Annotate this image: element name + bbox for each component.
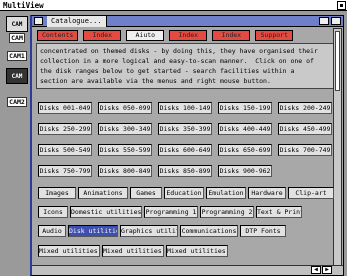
disk-range-button[interactable]: Disks 300-349 [98, 123, 152, 135]
disk-range-button[interactable]: Disks 001-049 [38, 102, 92, 114]
category-button[interactable]: Hardware [248, 187, 286, 199]
arrow-left-icon[interactable]: ◀ [311, 266, 321, 274]
zoom-icon[interactable] [319, 17, 329, 25]
disk-range-button[interactable]: Disks 100-149 [158, 102, 212, 114]
category-button[interactable]: Mixed utilities 2 [102, 245, 164, 257]
category-button[interactable]: Programming 1 [144, 206, 198, 218]
category-button[interactable]: Emulation [206, 187, 246, 199]
tab-contents[interactable]: Contents [37, 30, 79, 41]
tab-bar: Contents Index Aiuto Index Index Support [37, 30, 294, 41]
desktop-icon-cam1[interactable]: CAM1 [5, 50, 29, 61]
category-button[interactable]: Icons [38, 206, 68, 218]
desktop-icon-label: CAM2 [7, 97, 27, 107]
disk-range-button[interactable]: Disks 900-962 [218, 165, 272, 177]
tab-index-3[interactable]: Index [212, 30, 251, 41]
desktop-icon-label: CAM1 [7, 51, 27, 61]
disk-range-button[interactable]: Disks 400-449 [218, 123, 272, 135]
catalogue-window: Catalogue... Contents Index Aiuto Index … [30, 15, 344, 276]
category-button[interactable]: Education [164, 187, 204, 199]
category-button[interactable]: Images [38, 187, 76, 199]
disk-range-button[interactable]: Disks 350-399 [158, 123, 212, 135]
depth-icon[interactable] [331, 17, 341, 25]
disk-range-button[interactable]: Disks 150-199 [218, 102, 272, 114]
window-title-bar[interactable]: Catalogue... [32, 16, 343, 27]
category-button[interactable]: DTP Fonts [240, 225, 286, 237]
category-button[interactable]: Mixed utilities 3 [166, 245, 228, 257]
category-button[interactable]: Programming 2 [200, 206, 254, 218]
disk-range-button[interactable]: Disks 700-749 [278, 144, 332, 156]
category-button[interactable]: Audio [38, 225, 66, 237]
tab-support[interactable]: Support [255, 30, 294, 41]
disk-range-button[interactable]: Disks 600-649 [158, 144, 212, 156]
screen-title-bar: MultiView [0, 0, 347, 11]
disk-range-button[interactable]: Disks 750-799 [38, 165, 92, 177]
drawer-icon: CAM [6, 16, 28, 32]
disk-range-button[interactable]: Disks 200-249 [278, 102, 332, 114]
category-button[interactable]: Animations [78, 187, 128, 199]
disk-range-button[interactable]: Disks 550-599 [98, 144, 152, 156]
category-button[interactable]: Clip-art [288, 187, 334, 199]
close-icon[interactable] [34, 17, 43, 25]
category-button[interactable]: Text & Print [256, 206, 302, 218]
desktop-icon-cam-disk[interactable]: CAM [5, 68, 29, 84]
category-button[interactable]: Disk utilities [68, 225, 118, 237]
arrow-right-icon[interactable]: ▶ [322, 266, 332, 274]
disk-range-button[interactable]: Disks 800-849 [98, 165, 152, 177]
category-button[interactable]: Domestic utilities [70, 206, 142, 218]
scroll-thumb[interactable] [335, 31, 340, 91]
desktop-icon-cam[interactable]: CAM CAM [5, 16, 29, 43]
desktop-icon-cam2[interactable]: CAM2 [5, 96, 29, 107]
tab-help[interactable]: Aiuto [126, 30, 165, 41]
tab-index[interactable]: Index [83, 30, 122, 41]
intro-text: concentrated on themed disks - by doing … [36, 43, 334, 89]
disk-range-button[interactable]: Disks 450-499 [278, 123, 332, 135]
disk-range-button[interactable]: Disks 850-899 [158, 165, 212, 177]
desktop-icon-label: CAM [9, 33, 25, 43]
window-title: Catalogue... [47, 16, 107, 27]
disk-range-button[interactable]: Disks 500-549 [38, 144, 92, 156]
screen-depth-icon[interactable] [337, 1, 346, 10]
category-button[interactable]: Communications [180, 225, 238, 237]
disk-range-button[interactable]: Disks 650-699 [218, 144, 272, 156]
category-button[interactable]: Games [130, 187, 162, 199]
disk-range-button[interactable]: Disks 250-299 [38, 123, 92, 135]
tab-index-2[interactable]: Index [169, 30, 208, 41]
bottom-scrollbar[interactable]: ◀ ▶ [32, 265, 343, 275]
category-button[interactable]: Graphics utilities [120, 225, 178, 237]
screen-title: MultiView [3, 1, 44, 10]
vertical-scrollbar[interactable] [333, 28, 342, 266]
disk-range-button[interactable]: Disks 050-099 [98, 102, 152, 114]
disk-icon: CAM [6, 68, 28, 84]
category-button[interactable]: Mixed utilities 1 [38, 245, 100, 257]
